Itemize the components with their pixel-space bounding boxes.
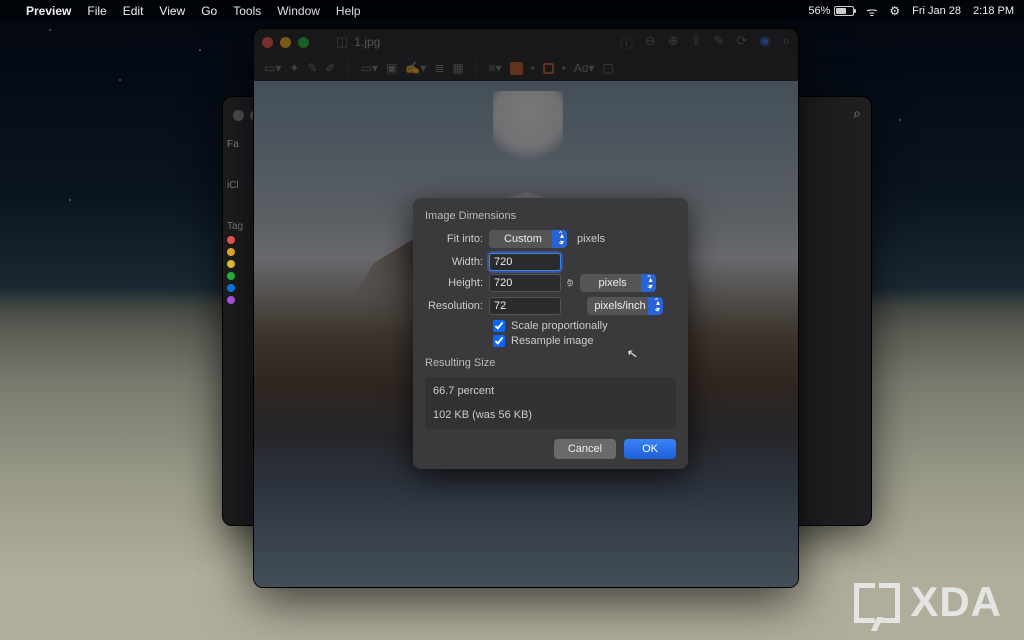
resulting-percent: 66.7 percent	[433, 385, 668, 397]
resulting-size-box: 66.7 percent 102 KB (was 56 KB)	[425, 377, 676, 429]
finder-traffic-close[interactable]	[233, 110, 244, 121]
height-input[interactable]	[489, 274, 561, 292]
width-input[interactable]	[489, 253, 561, 271]
dimension-unit-select[interactable]: pixels	[580, 274, 656, 292]
tag-green-icon[interactable]	[227, 272, 235, 280]
height-label: Height:	[425, 277, 483, 289]
image-dimensions-dialog: Image Dimensions Fit into: Custom ▴▾ pix…	[413, 198, 688, 469]
tag-red-icon[interactable]	[227, 236, 235, 244]
xda-logo-icon	[854, 579, 900, 625]
fit-into-select[interactable]: Custom	[489, 230, 567, 248]
menu-view[interactable]: View	[159, 4, 185, 18]
resolution-unit-select[interactable]: pixels/inch	[587, 297, 663, 315]
battery-status[interactable]: 56%	[808, 5, 854, 17]
resample-image-checkbox[interactable]	[493, 335, 505, 347]
xda-text: XDA	[910, 578, 1002, 626]
wifi-icon[interactable]: ᯤ	[866, 3, 877, 20]
fit-into-label: Fit into:	[425, 233, 483, 245]
finder-sidebar: Fa iCl Tag	[223, 133, 241, 525]
control-center-icon[interactable]: ⚙	[889, 4, 900, 18]
sidebar-tags-label: Tag	[223, 215, 241, 234]
width-label: Width:	[425, 256, 483, 268]
app-menu[interactable]: Preview	[26, 4, 71, 18]
menu-go[interactable]: Go	[201, 4, 217, 18]
resolution-input[interactable]	[489, 297, 561, 315]
ok-button[interactable]: OK	[624, 439, 676, 459]
tag-orange-icon[interactable]	[227, 248, 235, 256]
sidebar-icloud-label: iCl	[223, 174, 241, 193]
tag-yellow-icon[interactable]	[227, 260, 235, 268]
menubar-date[interactable]: Fri Jan 28	[912, 5, 961, 17]
scale-proportionally-checkbox[interactable]	[493, 320, 505, 332]
search-icon[interactable]: ⌕	[853, 105, 861, 122]
lock-aspect-icon[interactable]: ⟄	[567, 277, 574, 290]
fit-into-unit: pixels	[577, 233, 605, 245]
scale-proportionally-label: Scale proportionally	[511, 320, 608, 332]
battery-icon	[834, 6, 854, 16]
menubar: Preview File Edit View Go Tools Window H…	[0, 0, 1024, 22]
tag-purple-icon[interactable]	[227, 296, 235, 304]
resulting-size-title: Resulting Size	[425, 357, 676, 369]
menu-edit[interactable]: Edit	[123, 4, 144, 18]
resulting-filesize: 102 KB (was 56 KB)	[433, 409, 668, 421]
menubar-time[interactable]: 2:18 PM	[973, 5, 1014, 17]
menu-help[interactable]: Help	[336, 4, 361, 18]
cancel-button[interactable]: Cancel	[554, 439, 616, 459]
menu-tools[interactable]: Tools	[233, 4, 261, 18]
menu-window[interactable]: Window	[277, 4, 320, 18]
resolution-label: Resolution:	[425, 300, 483, 312]
sidebar-favorites-label: Fa	[223, 133, 241, 152]
menu-file[interactable]: File	[87, 4, 106, 18]
xda-watermark: XDA	[854, 578, 1002, 626]
dialog-section-title: Image Dimensions	[425, 210, 676, 222]
tag-blue-icon[interactable]	[227, 284, 235, 292]
battery-percent: 56%	[808, 5, 830, 17]
resample-image-label: Resample image	[511, 335, 594, 347]
